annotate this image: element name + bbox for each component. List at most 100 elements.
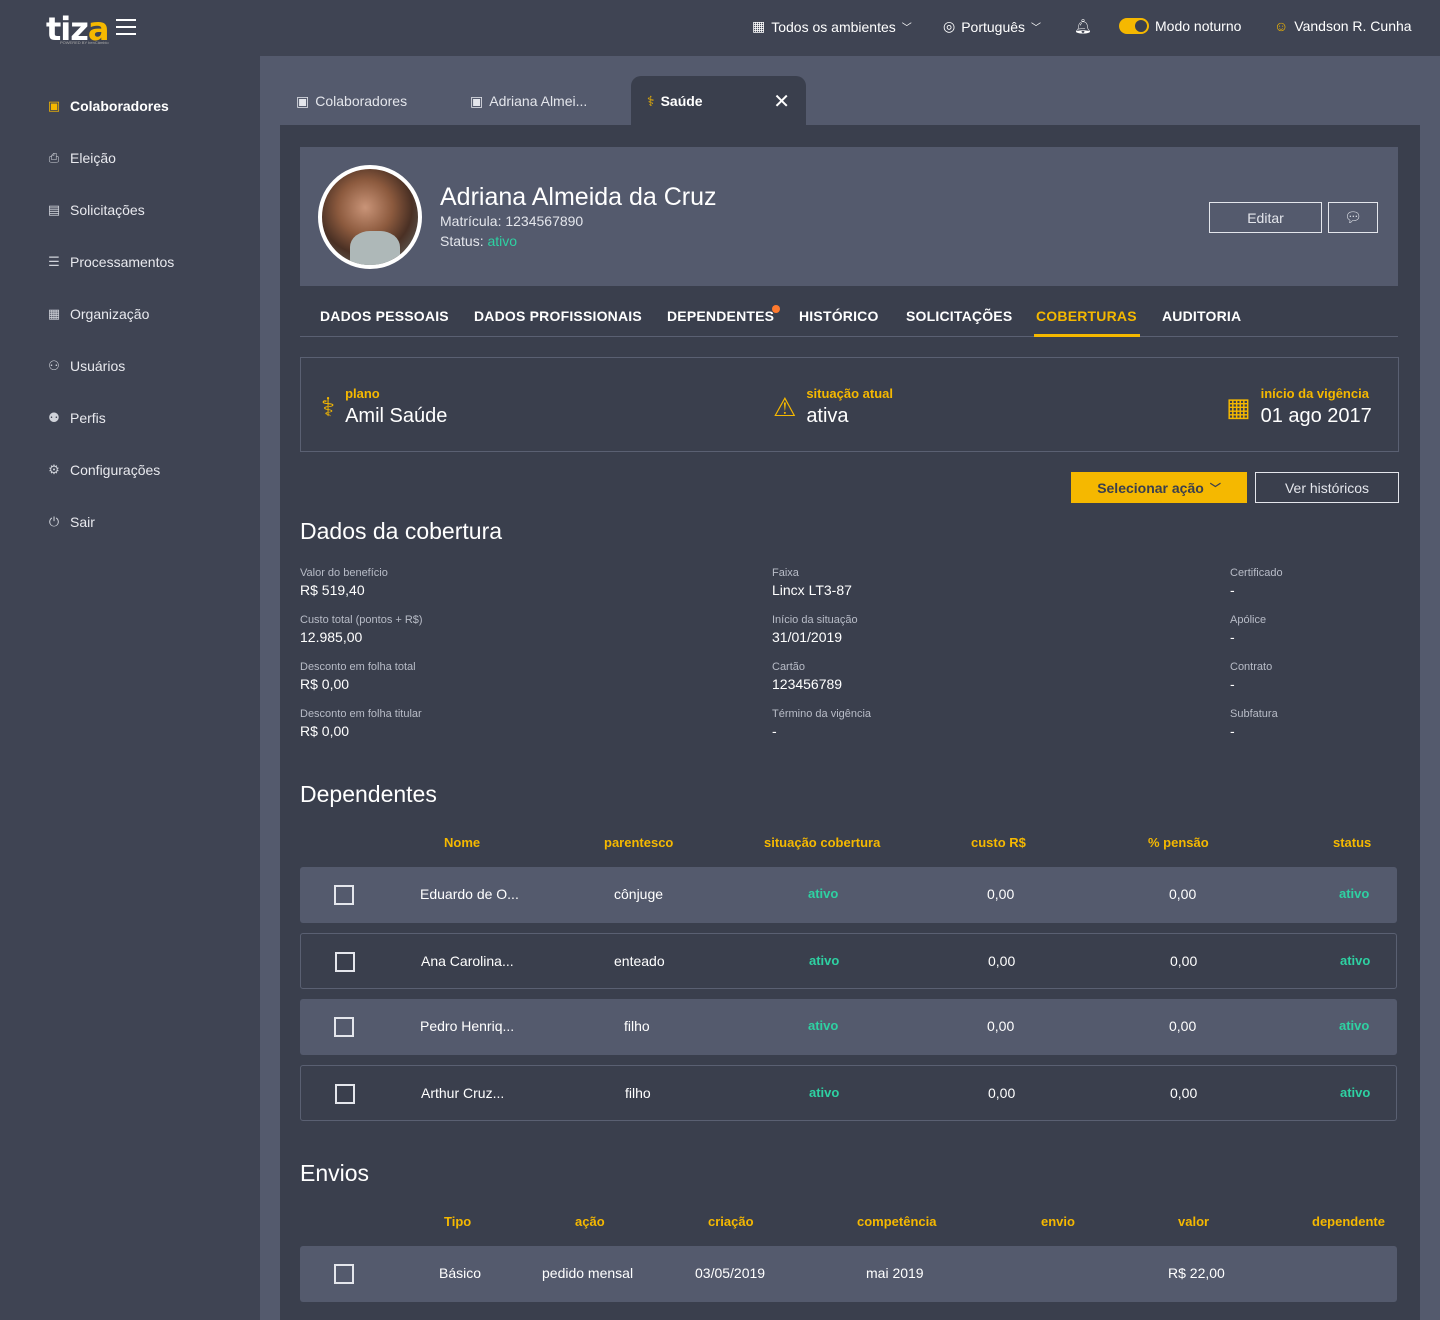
cell-acao: pedido mensal bbox=[542, 1265, 634, 1281]
row-checkbox[interactable] bbox=[334, 1264, 354, 1284]
cell-nome: Eduardo de O... bbox=[420, 886, 519, 902]
coverage-summary: ⚕ plano Amil Saúde ⚠ situação atual ativ… bbox=[300, 357, 1399, 452]
field-label: Subfatura bbox=[1230, 708, 1278, 720]
tab-dependentes[interactable]: DEPENDENTES bbox=[667, 305, 781, 324]
message-button[interactable]: 💬︎ bbox=[1328, 202, 1378, 233]
field-label: Apólice bbox=[1230, 614, 1267, 626]
field-value: 12.985,00 bbox=[300, 629, 363, 645]
field-label: Certificado bbox=[1230, 567, 1283, 579]
field-apolice: Apólice - bbox=[1230, 614, 1266, 645]
select-action-button[interactable]: Selecionar ação ﹀ bbox=[1071, 472, 1247, 503]
tab-label: Adriana Almei... bbox=[489, 93, 588, 109]
table-row[interactable]: Básico pedido mensal 03/05/2019 mai 2019… bbox=[300, 1246, 1397, 1302]
sidebar-item-usuarios[interactable]: ⚇ Usuários bbox=[46, 358, 125, 374]
sidebar-item-colaboradores[interactable]: ▣ Colaboradores bbox=[46, 98, 169, 114]
col-header-dependente[interactable]: dependente bbox=[1312, 1214, 1385, 1229]
tab-dados-pessoais[interactable]: DADOS PESSOAIS bbox=[320, 308, 449, 324]
cell-criacao: 03/05/2019 bbox=[695, 1265, 766, 1281]
field-label: Desconto em folha total bbox=[300, 661, 416, 673]
col-header-valor[interactable]: valor bbox=[1178, 1214, 1209, 1229]
row-checkbox[interactable] bbox=[334, 1017, 354, 1037]
id-card-icon: ▣ bbox=[470, 92, 484, 109]
tab-historico[interactable]: HISTÓRICO bbox=[799, 308, 879, 324]
col-header-criacao[interactable]: criação bbox=[708, 1214, 754, 1229]
profile-status: Status: ativo bbox=[440, 233, 517, 249]
tab-label: DEPENDENTES bbox=[667, 308, 775, 324]
tab-dados-profissionais[interactable]: DADOS PROFISSIONAIS bbox=[474, 308, 642, 324]
field-custo-total: Custo total (pontos + R$) 12.985,00 bbox=[300, 614, 423, 645]
row-checkbox[interactable] bbox=[335, 1084, 355, 1104]
summary-plano: ⚕ plano Amil Saúde bbox=[321, 386, 447, 428]
field-label: Custo total (pontos + R$) bbox=[300, 614, 423, 626]
id-card-icon: ▣ bbox=[296, 92, 310, 109]
edit-button[interactable]: Editar bbox=[1209, 202, 1322, 233]
field-value: - bbox=[1230, 582, 1235, 598]
avatar bbox=[318, 165, 422, 269]
row-checkbox[interactable] bbox=[335, 952, 355, 972]
cell-status: ativo bbox=[1340, 953, 1371, 968]
language-selector[interactable]: ◎ Português ﹀ bbox=[943, 18, 1041, 35]
printer-icon: ⎙ bbox=[48, 150, 60, 165]
sidebar-item-label: Perfis bbox=[70, 410, 106, 426]
col-header-acao[interactable]: ação bbox=[575, 1214, 605, 1229]
summary-situacao: ⚠ situação atual ativa bbox=[773, 386, 893, 428]
user-name: Vandson R. Cunha bbox=[1294, 18, 1412, 34]
globe-icon: ◎ bbox=[943, 18, 956, 34]
dark-mode-toggle[interactable]: Modo noturno bbox=[1119, 18, 1241, 34]
table-row[interactable]: Arthur Cruz... filho ativo 0,00 0,00 ati… bbox=[300, 1065, 1397, 1121]
col-header-parentesco[interactable]: parentesco bbox=[604, 835, 673, 850]
dependents-title: Dependentes bbox=[300, 781, 437, 807]
sidebar-item-label: Eleição bbox=[70, 150, 116, 166]
field-inicio-situacao: Início da situação 31/01/2019 bbox=[772, 614, 858, 645]
col-header-envio[interactable]: envio bbox=[1041, 1214, 1075, 1229]
notifications-button[interactable]: 🔔︎ bbox=[1074, 18, 1092, 35]
field-value: R$ 0,00 bbox=[300, 676, 350, 692]
col-header-pensao[interactable]: % pensão bbox=[1148, 835, 1209, 850]
matricula-label: Matrícula: bbox=[440, 213, 502, 229]
view-history-button[interactable]: Ver históricos bbox=[1255, 472, 1399, 503]
col-header-situacao[interactable]: situação cobertura bbox=[764, 835, 880, 850]
sidebar-item-sair[interactable]: ⏻ Sair bbox=[46, 514, 95, 530]
col-header-status[interactable]: status bbox=[1333, 835, 1371, 850]
tab-adriana[interactable]: ▣ Adriana Almei... bbox=[454, 76, 624, 126]
sidebar-item-organizacao[interactable]: ▦ Organização bbox=[46, 306, 150, 322]
table-row[interactable]: Pedro Henriq... filho ativo 0,00 0,00 at… bbox=[300, 999, 1397, 1055]
status-label: Status: bbox=[440, 233, 484, 249]
table-row[interactable]: Eduardo de O... cônjuge ativo 0,00 0,00 … bbox=[300, 867, 1397, 923]
sidebar-item-eleicao[interactable]: ⎙ Eleição bbox=[46, 150, 116, 166]
field-value: 123456789 bbox=[772, 676, 843, 692]
tab-auditoria[interactable]: AUDITORIA bbox=[1162, 308, 1241, 324]
col-header-tipo[interactable]: Tipo bbox=[444, 1214, 471, 1229]
environment-selector[interactable]: ▦ Todos os ambientes ﹀ bbox=[752, 18, 912, 35]
cell-status: ativo bbox=[1340, 1085, 1371, 1100]
field-desconto-titular: Desconto em folha titular R$ 0,00 bbox=[300, 708, 422, 739]
tab-coberturas[interactable]: COBERTURAS bbox=[1034, 308, 1140, 337]
tab-saude[interactable]: ⚕ Saúde ✕ bbox=[631, 76, 806, 126]
table-row[interactable]: Ana Carolina... enteado ativo 0,00 0,00 … bbox=[300, 933, 1397, 989]
cell-situacao: ativo bbox=[809, 1085, 840, 1100]
field-subfatura: Subfatura - bbox=[1230, 708, 1278, 739]
field-value: 31/01/2019 bbox=[772, 629, 843, 645]
toggle-switch[interactable] bbox=[1119, 18, 1149, 34]
sidebar-item-configuracoes[interactable]: ⚙ Configurações bbox=[46, 462, 160, 478]
tab-solicitacoes[interactable]: SOLICITAÇÕES bbox=[906, 308, 1012, 324]
row-checkbox[interactable] bbox=[334, 885, 354, 905]
sidebar-item-label: Colaboradores bbox=[70, 98, 169, 114]
col-header-nome[interactable]: Nome bbox=[444, 835, 480, 850]
tab-colaboradores[interactable]: ▣ Colaboradores bbox=[280, 76, 450, 126]
cell-pensao: 0,00 bbox=[1170, 1085, 1198, 1101]
sidebar-item-solicitacoes[interactable]: ▤ Solicitações bbox=[46, 202, 145, 218]
user-menu[interactable]: ☺ Vandson R. Cunha bbox=[1274, 18, 1412, 34]
close-icon[interactable]: ✕ bbox=[773, 89, 790, 114]
sidebar-item-processamentos[interactable]: ☰ Processamentos bbox=[46, 254, 174, 270]
tab-label: Colaboradores bbox=[315, 93, 408, 109]
col-header-competencia[interactable]: competência bbox=[857, 1214, 936, 1229]
status-badge: ativo bbox=[487, 233, 518, 249]
cell-status: ativo bbox=[1339, 1018, 1370, 1033]
building-icon: ▦ bbox=[47, 306, 61, 321]
profiles-icon: ⚉ bbox=[48, 410, 60, 425]
menu-icon[interactable] bbox=[116, 19, 136, 37]
sidebar-item-perfis[interactable]: ⚉ Perfis bbox=[46, 410, 106, 426]
col-header-custo[interactable]: custo R$ bbox=[971, 835, 1026, 850]
field-valor-beneficio: Valor do benefício R$ 519,40 bbox=[300, 567, 388, 598]
